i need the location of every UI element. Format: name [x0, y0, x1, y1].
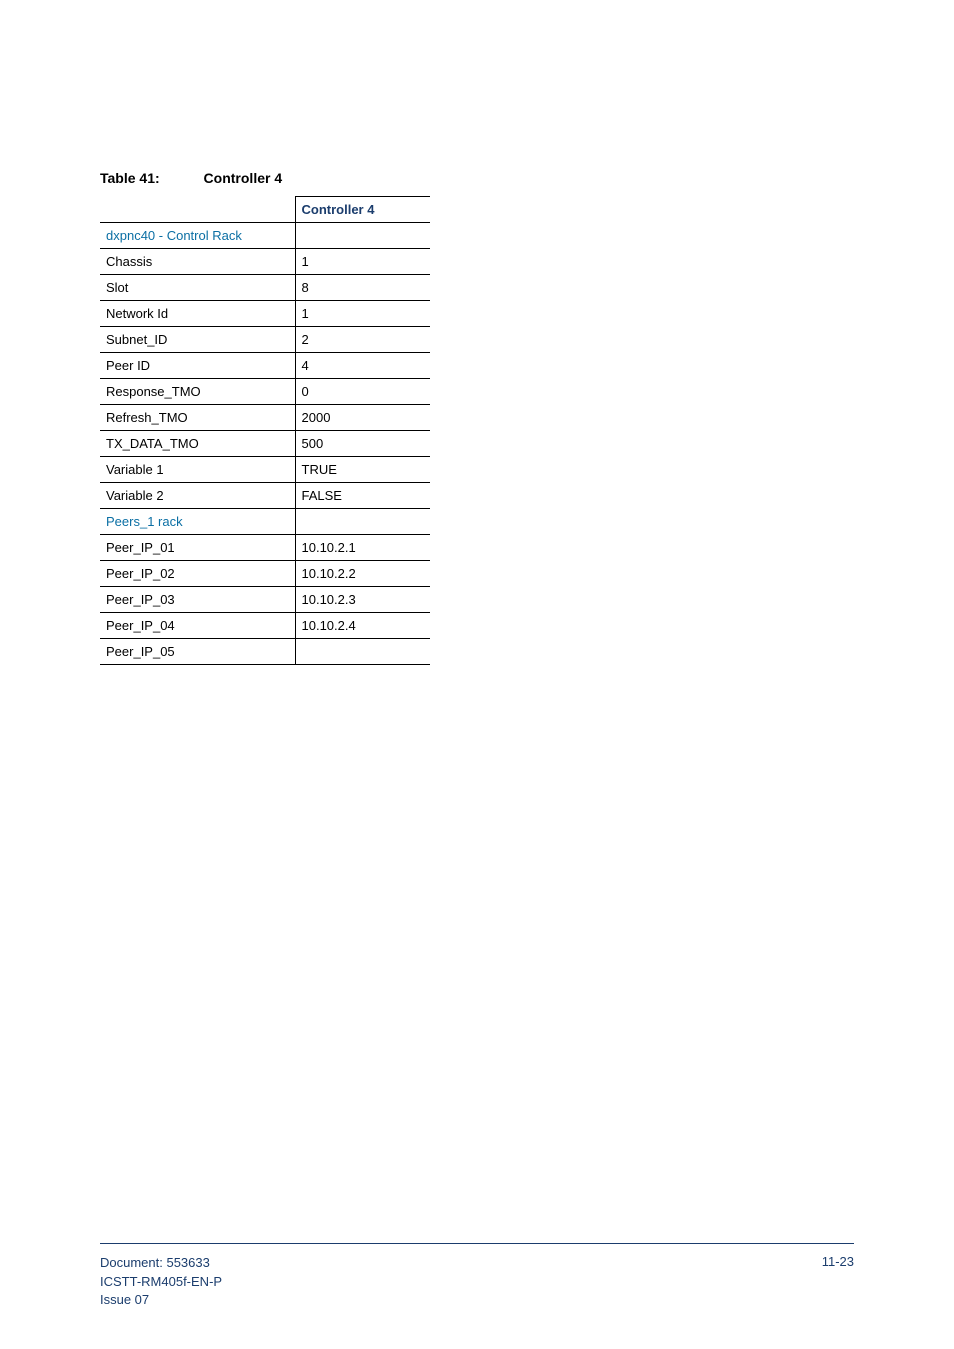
param-value: 2000 [295, 405, 430, 431]
header-cell-controller: Controller 4 [295, 197, 430, 223]
param-value: TRUE [295, 457, 430, 483]
table-row: Network Id 1 [100, 301, 430, 327]
table-label: Table 41: [100, 170, 160, 186]
param-name: Response_TMO [100, 379, 295, 405]
table-row: Chassis 1 [100, 249, 430, 275]
param-name: dxpnc40 - Control Rack [100, 223, 295, 249]
param-value: 10.10.2.3 [295, 587, 430, 613]
footer-page-number: 11-23 [822, 1254, 854, 1309]
page-footer: Document: 553633 ICSTT-RM405f-EN-P Issue… [100, 1254, 854, 1309]
param-name: Variable 1 [100, 457, 295, 483]
table-row: Peer_IP_03 10.10.2.3 [100, 587, 430, 613]
table-body: dxpnc40 - Control Rack Chassis 1 Slot 8 … [100, 223, 430, 665]
footer-issue: Issue 07 [100, 1291, 222, 1309]
param-name: Peer ID [100, 353, 295, 379]
table-row: Response_TMO 0 [100, 379, 430, 405]
footer-divider [100, 1243, 854, 1244]
table-row: Variable 1 TRUE [100, 457, 430, 483]
table-row: Peer_IP_05 [100, 639, 430, 665]
param-name: Slot [100, 275, 295, 301]
param-name: Refresh_TMO [100, 405, 295, 431]
param-value: 1 [295, 301, 430, 327]
table-row: Peer ID 4 [100, 353, 430, 379]
param-name: Peer_IP_04 [100, 613, 295, 639]
table-row: dxpnc40 - Control Rack [100, 223, 430, 249]
table-row: Peer_IP_02 10.10.2.2 [100, 561, 430, 587]
param-value [295, 223, 430, 249]
param-value: 4 [295, 353, 430, 379]
header-cell-param [100, 197, 295, 223]
param-name: Peer_IP_01 [100, 535, 295, 561]
param-value: 0 [295, 379, 430, 405]
param-name: Variable 2 [100, 483, 295, 509]
table-row: Slot 8 [100, 275, 430, 301]
table-row: Variable 2 FALSE [100, 483, 430, 509]
param-name: Subnet_ID [100, 327, 295, 353]
param-value [295, 509, 430, 535]
table-row: Subnet_ID 2 [100, 327, 430, 353]
param-name: Peer_IP_05 [100, 639, 295, 665]
footer-left: Document: 553633 ICSTT-RM405f-EN-P Issue… [100, 1254, 222, 1309]
table-title: Controller 4 [204, 170, 283, 186]
param-name: Peer_IP_02 [100, 561, 295, 587]
table-row: Peers_1 rack [100, 509, 430, 535]
param-value: 10.10.2.4 [295, 613, 430, 639]
page-container: Table 41: Controller 4 Controller 4 dxpn… [0, 0, 954, 1349]
param-name: Network Id [100, 301, 295, 327]
table-header-row: Controller 4 [100, 197, 430, 223]
table-row: Peer_IP_01 10.10.2.1 [100, 535, 430, 561]
param-name: TX_DATA_TMO [100, 431, 295, 457]
param-value: 8 [295, 275, 430, 301]
footer-doc-id: ICSTT-RM405f-EN-P [100, 1273, 222, 1291]
param-value: 1 [295, 249, 430, 275]
param-value: FALSE [295, 483, 430, 509]
table-row: Peer_IP_04 10.10.2.4 [100, 613, 430, 639]
table-row: Refresh_TMO 2000 [100, 405, 430, 431]
param-value [295, 639, 430, 665]
param-value: 10.10.2.2 [295, 561, 430, 587]
footer-doc-number: Document: 553633 [100, 1254, 222, 1272]
param-value: 500 [295, 431, 430, 457]
param-value: 2 [295, 327, 430, 353]
param-value: 10.10.2.1 [295, 535, 430, 561]
table-row: TX_DATA_TMO 500 [100, 431, 430, 457]
param-name: Chassis [100, 249, 295, 275]
controller-table: Controller 4 dxpnc40 - Control Rack Chas… [100, 196, 430, 665]
param-name: Peers_1 rack [100, 509, 295, 535]
param-name: Peer_IP_03 [100, 587, 295, 613]
table-caption: Table 41: Controller 4 [100, 170, 854, 186]
